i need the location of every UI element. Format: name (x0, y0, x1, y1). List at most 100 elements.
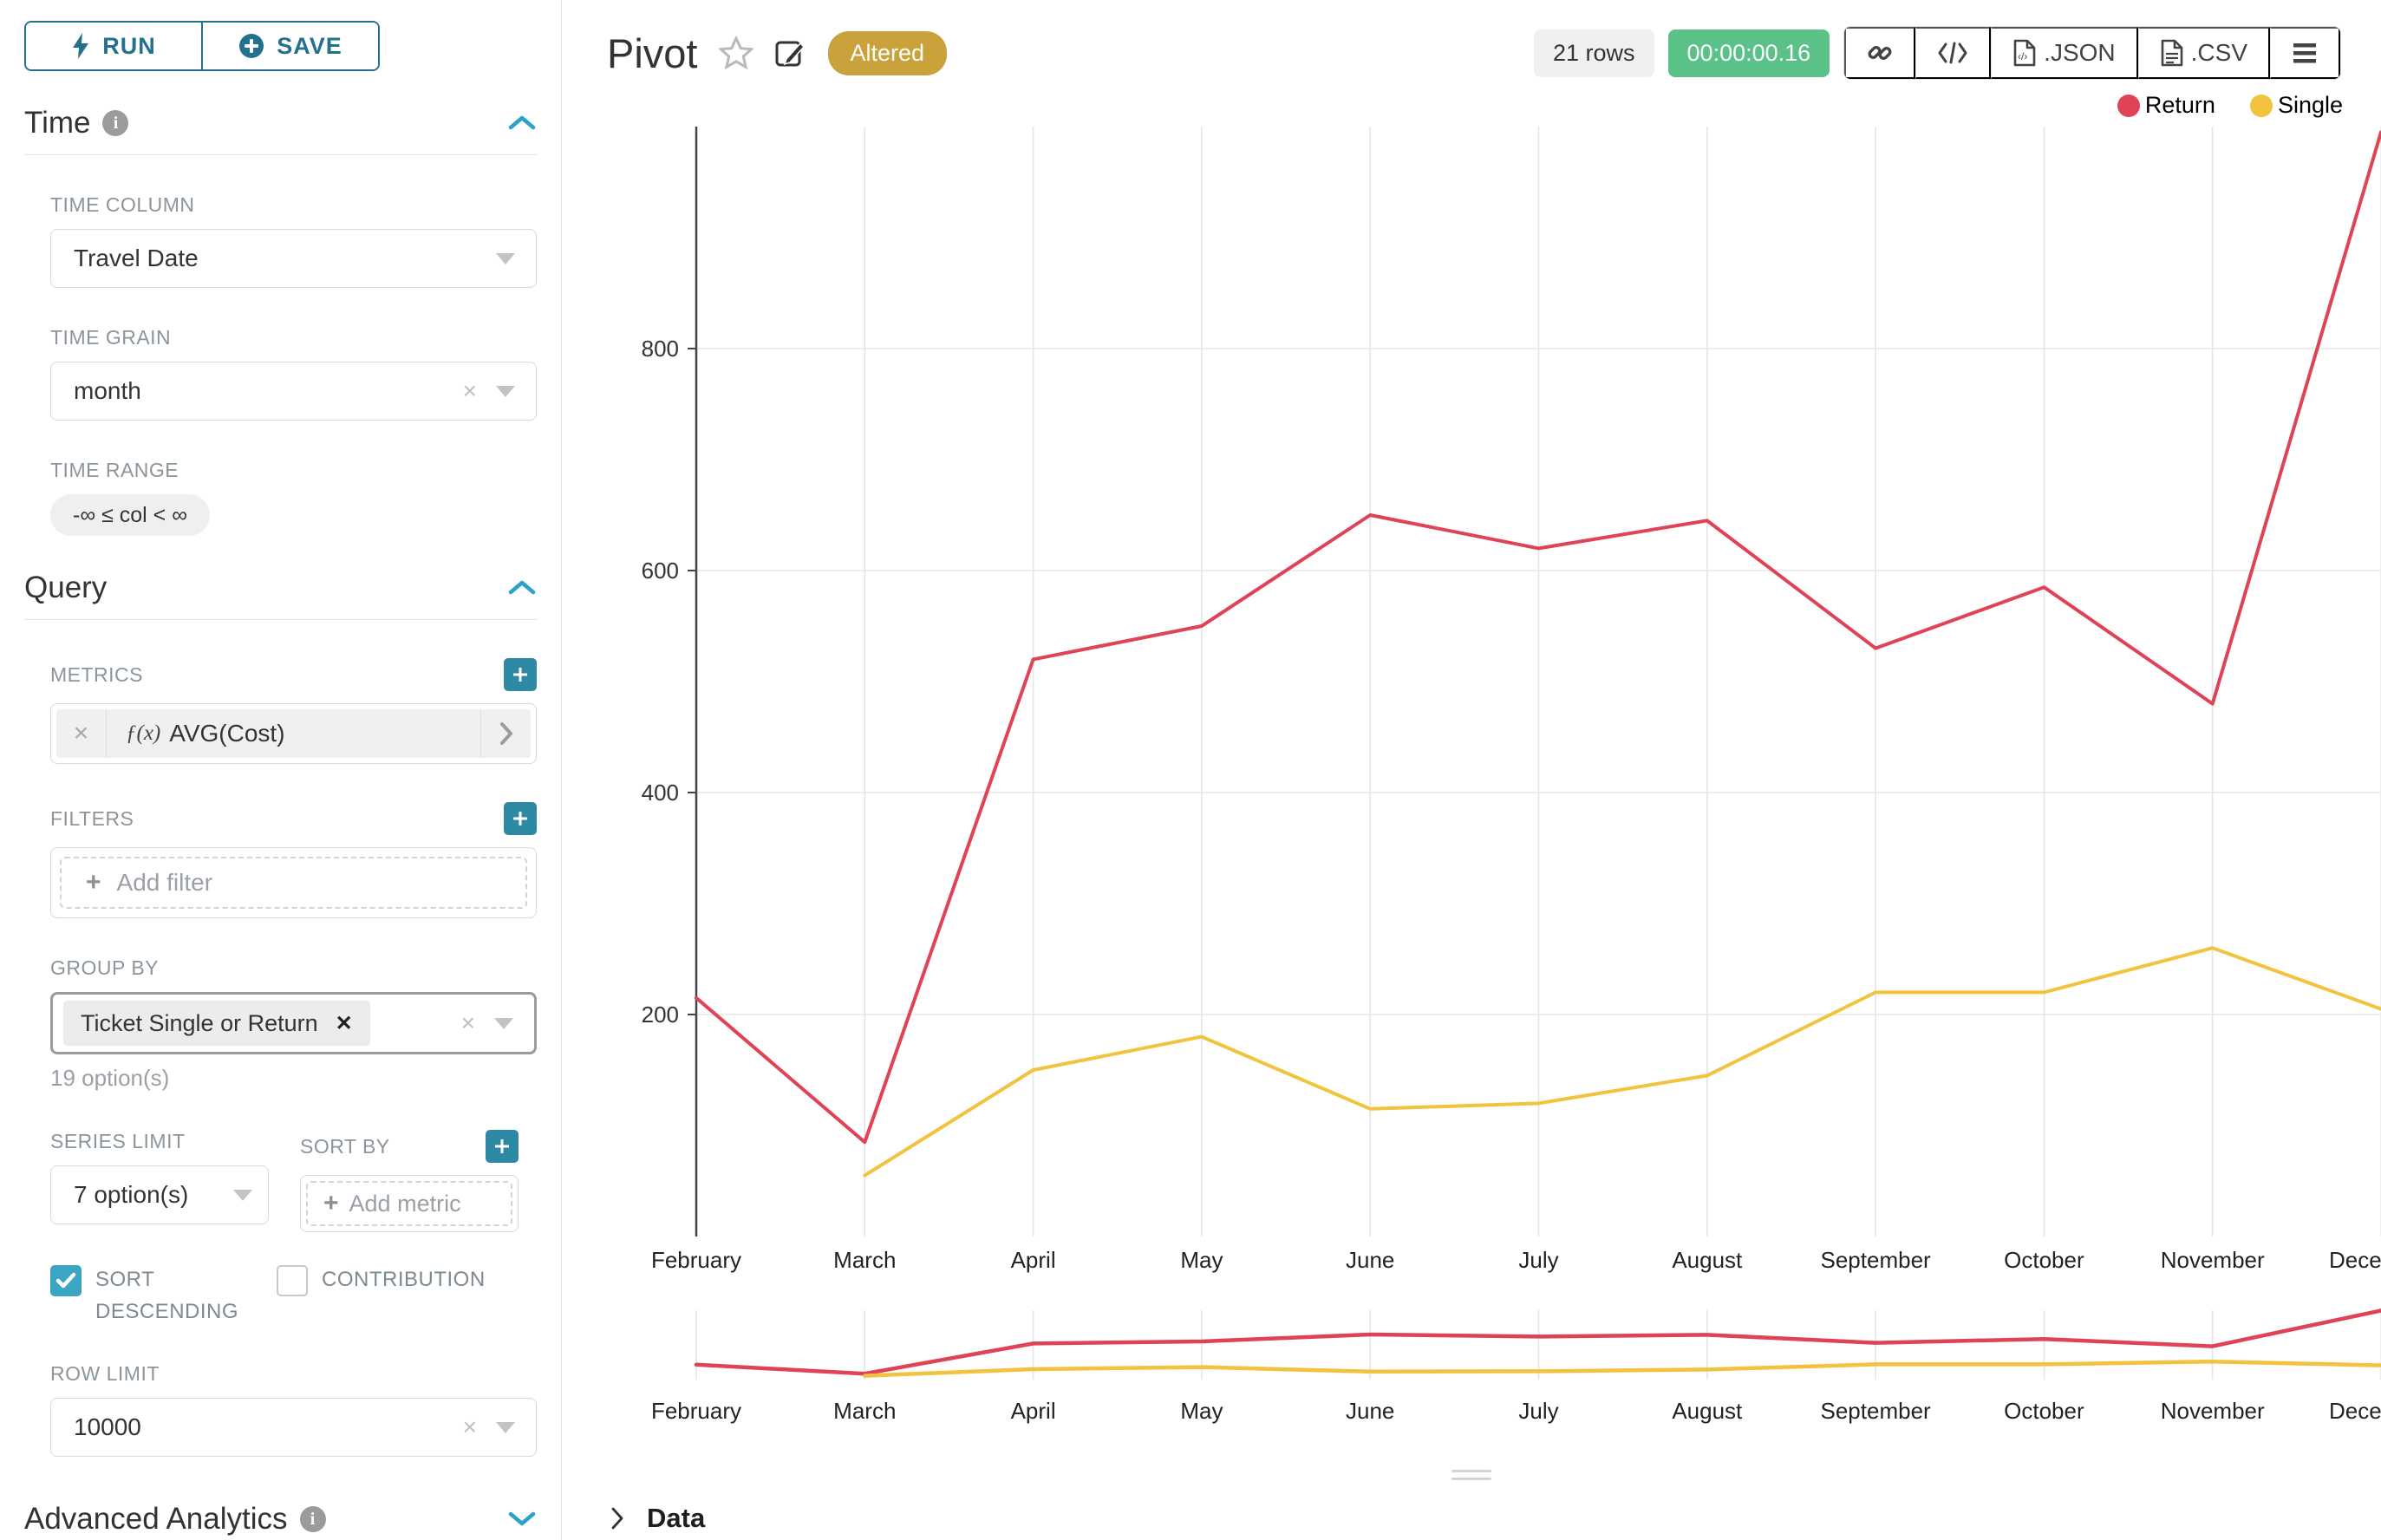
contribution-option[interactable]: CONTRIBUTION (277, 1263, 537, 1328)
legend-item-return[interactable]: Return (2117, 92, 2215, 119)
sort-by-container: + Add metric (300, 1175, 519, 1232)
time-column-field: TIME COLUMN Travel Date (24, 193, 537, 288)
svg-text:November: November (2161, 1247, 2265, 1273)
time-grain-value: month (74, 377, 141, 405)
metrics-field: METRICS × ƒ(x) AVG(Cost) (24, 658, 537, 764)
group-by-options-hint: 19 option(s) (50, 1065, 537, 1092)
edit-properties-icon[interactable] (774, 36, 807, 69)
group-by-select[interactable]: Ticket Single or Return ✕ × (50, 992, 537, 1054)
svg-text:May: May (1180, 1398, 1223, 1424)
sort-descending-option[interactable]: SORT DESCENDING (50, 1263, 270, 1328)
save-button[interactable]: SAVE (201, 23, 378, 69)
group-by-tag[interactable]: Ticket Single or Return ✕ (63, 1001, 370, 1046)
chevron-up-icon[interactable] (507, 578, 537, 597)
superset-explore-view: RUN SAVE Time i TIME C (0, 0, 2381, 1540)
add-filter-placeholder: Add filter (117, 869, 213, 897)
add-metric-button[interactable] (504, 658, 537, 691)
chevron-down-icon (233, 1190, 252, 1201)
hamburger-menu-icon (2292, 42, 2318, 63)
svg-text:July: July (1518, 1398, 1558, 1424)
data-panel-header[interactable]: Data (562, 1485, 2381, 1534)
query-section-header[interactable]: Query (24, 571, 537, 605)
mini-preview-chart[interactable]: FebruaryMarchAprilMayJuneJulyAugustSepte… (562, 1297, 2381, 1458)
chart-legend[interactable]: Return Single (2117, 92, 2343, 119)
chevron-down-icon[interactable] (507, 1510, 537, 1529)
code-icon (1937, 42, 1968, 64)
export-csv-button[interactable]: .CSV (2138, 27, 2270, 79)
add-filter-dropzone[interactable]: + Add filter (60, 857, 527, 909)
chart-menu-button[interactable] (2270, 27, 2340, 79)
favorite-star-icon[interactable] (719, 36, 753, 69)
svg-text:December: December (2329, 1398, 2381, 1424)
time-column-value: Travel Date (74, 245, 199, 272)
time-section-header[interactable]: Time i (24, 106, 537, 140)
link-icon (1867, 40, 1893, 66)
legend-label-return: Return (2145, 92, 2215, 119)
sort-by-field: SORT BY + Add metric (300, 1130, 519, 1232)
filters-label: FILTERS (50, 807, 134, 831)
time-range-pill[interactable]: -∞ ≤ col < ∞ (50, 494, 210, 536)
time-range-label: TIME RANGE (50, 459, 537, 482)
time-range-field: TIME RANGE -∞ ≤ col < ∞ (24, 459, 537, 536)
series-limit-value: 7 option(s) (74, 1181, 188, 1209)
svg-text:February: February (651, 1398, 741, 1424)
series-limit-label: SERIES LIMIT (50, 1130, 269, 1153)
svg-text:August: August (1672, 1247, 1743, 1273)
remove-tag-icon[interactable]: ✕ (336, 1011, 353, 1036)
clear-icon[interactable]: × (463, 377, 477, 405)
clear-icon[interactable]: × (463, 1413, 477, 1441)
checkbox-checked-icon[interactable] (50, 1265, 82, 1296)
add-sort-metric-dropzone[interactable]: + Add metric (306, 1181, 512, 1226)
advanced-analytics-header[interactable]: Advanced Analytics i (24, 1502, 537, 1537)
export-json-button[interactable]: ‹/› .JSON (1991, 27, 2137, 79)
svg-text:February: February (651, 1247, 741, 1273)
svg-text:200: 200 (642, 1002, 679, 1028)
chevron-up-icon[interactable] (507, 114, 537, 133)
time-section-title: Time (24, 106, 90, 140)
checkbox-unchecked-icon[interactable] (277, 1265, 308, 1296)
group-by-tag-label: Ticket Single or Return (81, 1010, 318, 1037)
save-button-label: SAVE (277, 33, 342, 60)
chevron-down-icon (494, 1018, 513, 1029)
copy-link-button[interactable] (1844, 27, 1915, 79)
svg-text:‹/›: ‹/› (2018, 50, 2027, 62)
legend-dot-return (2117, 95, 2140, 117)
lightning-icon (71, 33, 90, 59)
add-sort-metric-button[interactable] (486, 1130, 519, 1163)
svg-text:600: 600 (642, 558, 679, 584)
clear-icon[interactable]: × (461, 1009, 475, 1037)
chevron-right-icon[interactable] (480, 709, 531, 758)
sort-descending-label: SORT DESCENDING (95, 1263, 243, 1328)
altered-badge[interactable]: Altered (828, 31, 948, 75)
time-column-label: TIME COLUMN (50, 193, 537, 217)
time-section: Time i TIME COLUMN Travel Date TIME GRAI… (24, 106, 537, 536)
control-panel-sidebar: RUN SAVE Time i TIME C (0, 0, 562, 1540)
view-query-button[interactable] (1915, 27, 1991, 79)
run-button[interactable]: RUN (26, 23, 201, 69)
sort-by-label: SORT BY (300, 1135, 390, 1158)
row-limit-select[interactable]: 10000 × (50, 1398, 537, 1457)
chevron-down-icon (496, 1422, 515, 1433)
series-limit-select[interactable]: 7 option(s) (50, 1165, 269, 1224)
time-grain-label: TIME GRAIN (50, 326, 537, 349)
metrics-container: × ƒ(x) AVG(Cost) (50, 703, 537, 764)
filters-field: FILTERS + Add filter (24, 802, 537, 918)
svg-text:November: November (2161, 1398, 2265, 1424)
legend-item-single[interactable]: Single (2250, 92, 2343, 119)
time-grain-select[interactable]: month × (50, 362, 537, 421)
plus-circle-icon (238, 33, 264, 59)
resize-drag-handle[interactable] (1451, 1470, 1491, 1480)
time-column-select[interactable]: Travel Date (50, 229, 537, 288)
remove-metric-icon[interactable]: × (56, 709, 107, 758)
metric-name: AVG(Cost) (169, 720, 284, 747)
header-actions: 21 rows 00:00:00.16 (1534, 26, 2341, 80)
plus-icon: + (86, 868, 101, 897)
csv-file-icon (2160, 39, 2184, 67)
checkbox-row: SORT DESCENDING CONTRIBUTION (24, 1263, 537, 1328)
filters-container: + Add filter (50, 847, 537, 918)
metric-pill[interactable]: × ƒ(x) AVG(Cost) (56, 709, 531, 758)
json-file-icon: ‹/› (2012, 39, 2037, 67)
divider (24, 619, 537, 620)
chevron-down-icon (496, 386, 515, 397)
add-filter-button[interactable] (504, 802, 537, 835)
